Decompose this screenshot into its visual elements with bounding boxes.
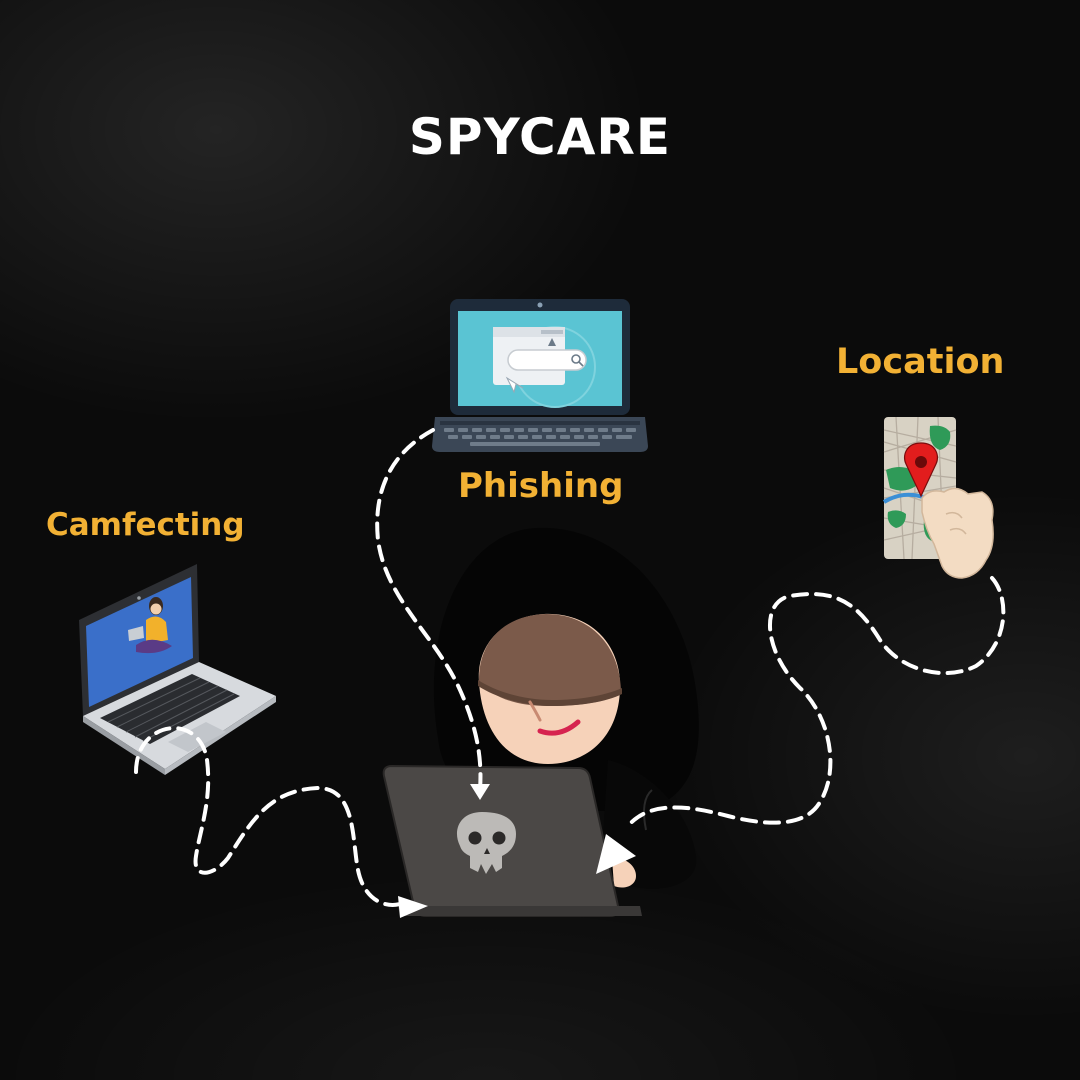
page-title: SPYCARE: [408, 108, 672, 166]
location-map-icon: [882, 416, 994, 579]
infographic-canvas: SPYCARE Location Phishing Camfecting: [0, 0, 1080, 1080]
camfecting-laptop-icon: [79, 564, 276, 775]
phishing-label: Phishing: [458, 466, 624, 506]
phishing-laptop-icon: [432, 299, 648, 452]
camfecting-label: Camfecting: [46, 507, 245, 543]
location-label: Location: [836, 342, 1005, 382]
